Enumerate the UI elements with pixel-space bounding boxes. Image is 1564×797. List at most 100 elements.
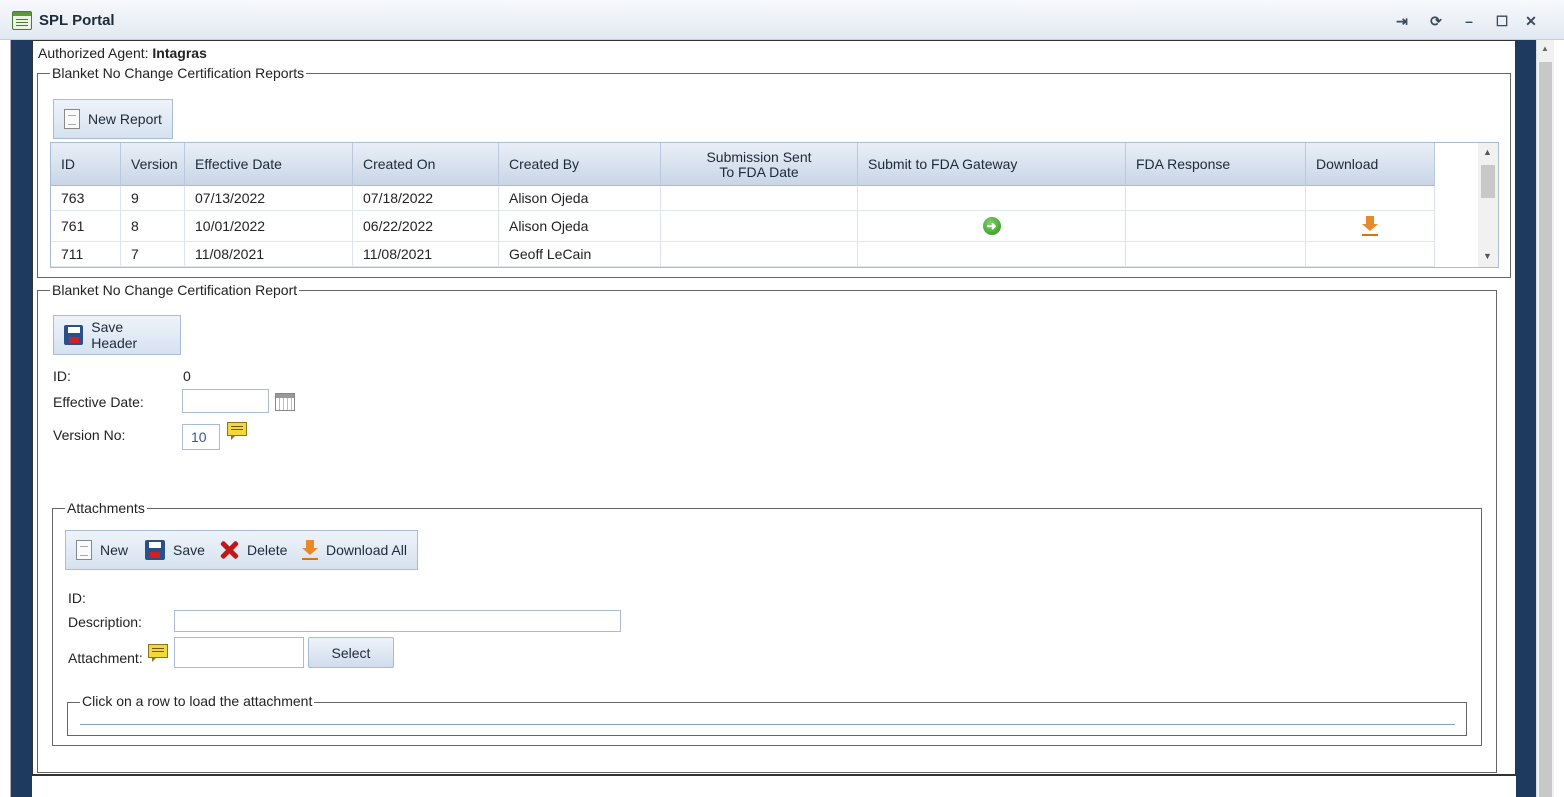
download-icon[interactable]	[1362, 216, 1378, 236]
attachments-toolbar: New Save Delete Download All	[65, 530, 418, 570]
grid-scrollbar[interactable]: ▲ ▼	[1478, 143, 1498, 267]
cell-response	[1126, 242, 1306, 266]
col-fda-response[interactable]: FDA Response	[1126, 143, 1306, 186]
bottom-strip	[32, 775, 1516, 797]
cell-response	[1126, 186, 1306, 210]
attachment-delete-button[interactable]: Delete	[219, 531, 287, 569]
grid-scroll-thumb[interactable]	[1481, 165, 1495, 198]
cell-submission	[661, 242, 858, 266]
reports-legend: Blanket No Change Certification Reports	[50, 65, 307, 81]
version-input[interactable]	[182, 424, 220, 450]
agent-label: Authorized Agent:	[38, 45, 149, 61]
save-icon	[145, 540, 165, 560]
cell-effective-date: 07/13/2022	[185, 186, 353, 210]
cell-effective-date: 10/01/2022	[185, 211, 353, 241]
minimize-icon[interactable]: –	[1460, 12, 1478, 30]
attachment-save-label: Save	[173, 542, 205, 558]
table-row[interactable]: 711 7 11/08/2021 11/08/2021 Geoff LeCain	[51, 242, 1435, 267]
new-document-icon	[64, 109, 80, 129]
page-scrollbar[interactable]: ▲	[1536, 40, 1554, 797]
effective-date-label: Effective Date:	[53, 394, 144, 410]
attachment-delete-label: Delete	[247, 542, 288, 558]
select-button[interactable]: Select	[308, 637, 394, 668]
cell-created-on: 07/18/2022	[353, 186, 499, 210]
cell-submission	[661, 186, 858, 210]
cell-submission	[661, 211, 858, 241]
col-created-on[interactable]: Created On	[353, 143, 499, 186]
description-input[interactable]	[174, 610, 621, 632]
attachments-legend: Attachments	[65, 500, 147, 516]
cell-version: 9	[121, 186, 185, 210]
table-row[interactable]: 763 9 07/13/2022 07/18/2022 Alison Ojeda	[51, 186, 1435, 211]
cell-download	[1306, 242, 1435, 266]
refresh-icon[interactable]: ⟳	[1427, 12, 1445, 30]
new-document-icon	[76, 540, 92, 560]
cell-response	[1126, 211, 1306, 241]
col-created-by[interactable]: Created By	[499, 143, 661, 186]
cell-effective-date: 11/08/2021	[185, 242, 353, 266]
frame-left	[10, 40, 32, 797]
save-header-label: Save Header	[91, 319, 138, 351]
download-all-button[interactable]: Download All	[302, 531, 407, 569]
cell-version: 7	[121, 242, 185, 266]
submit-go-icon[interactable]: ➜	[982, 217, 1001, 235]
attachment-save-button[interactable]: Save	[145, 531, 205, 569]
cell-created-by: Alison Ojeda	[499, 186, 661, 210]
cell-download	[1306, 211, 1435, 241]
attachment-new-label: New	[100, 542, 129, 558]
attachment-hint-legend: Click on a row to load the attachment	[80, 693, 315, 709]
id-value: 0	[183, 368, 191, 384]
col-submission-line2: To FDA Date	[719, 163, 799, 180]
cell-created-by: Alison Ojeda	[499, 211, 661, 241]
note-icon[interactable]	[227, 422, 247, 440]
col-version[interactable]: Version	[121, 143, 185, 186]
col-effective-date[interactable]: Effective Date	[185, 143, 353, 186]
cell-created-on: 11/08/2021	[353, 242, 499, 266]
pin-icon[interactable]: ⇥	[1393, 12, 1411, 30]
table-row[interactable]: 761 8 10/01/2022 06/22/2022 Alison Ojeda…	[51, 211, 1435, 242]
scroll-up-icon[interactable]: ▲	[1541, 44, 1549, 53]
attachment-hint-fieldset: Click on a row to load the attachment	[67, 693, 1467, 736]
report-form-legend: Blanket No Change Certification Report	[50, 282, 300, 298]
maximize-icon[interactable]: ☐	[1493, 12, 1511, 30]
calendar-icon[interactable]	[275, 393, 295, 411]
frame-right	[1516, 40, 1536, 797]
app-document-icon	[12, 11, 32, 30]
cell-id: 711	[51, 242, 121, 266]
grid-scroll-up-icon[interactable]: ▲	[1483, 147, 1492, 157]
reports-grid: ID Version Effective Date Created On Cre…	[50, 142, 1499, 268]
new-report-button[interactable]: New Report	[53, 99, 173, 139]
attachment-note-icon[interactable]	[148, 644, 168, 662]
cell-created-on: 06/22/2022	[353, 211, 499, 241]
attachment-input[interactable]	[174, 637, 304, 668]
attachment-new-button[interactable]: New	[76, 531, 128, 569]
attachment-id-label: ID:	[68, 590, 86, 606]
effective-date-input[interactable]	[182, 389, 269, 413]
col-submission-line1: Submission Sent	[706, 148, 812, 165]
id-label: ID:	[53, 368, 71, 384]
col-download[interactable]: Download	[1306, 143, 1435, 186]
cell-created-by: Geoff LeCain	[499, 242, 661, 266]
agent-name: Intagras	[152, 45, 207, 61]
description-label: Description:	[68, 614, 142, 630]
save-header-button[interactable]: Save Header	[53, 315, 181, 355]
col-submission-sent[interactable]: Submission Sent To FDA Date	[661, 143, 858, 186]
grid-scroll-down-icon[interactable]: ▼	[1483, 251, 1492, 261]
cell-download	[1306, 186, 1435, 210]
window-title: SPL Portal	[39, 12, 115, 29]
cell-id: 761	[51, 211, 121, 241]
col-submit-gateway[interactable]: Submit to FDA Gateway	[858, 143, 1126, 186]
cell-id: 763	[51, 186, 121, 210]
cell-version: 8	[121, 211, 185, 241]
col-id[interactable]: ID	[51, 143, 121, 186]
new-report-label: New Report	[88, 111, 162, 127]
cell-submit: ➜	[858, 211, 1126, 241]
download-icon	[302, 540, 318, 560]
page-scroll-thumb[interactable]	[1539, 62, 1552, 797]
cell-submit	[858, 242, 1126, 266]
attachment-label: Attachment:	[68, 650, 143, 666]
delete-icon	[219, 540, 239, 560]
save-icon	[64, 325, 84, 345]
close-icon[interactable]: ✕	[1522, 12, 1540, 30]
attachment-list-divider	[80, 724, 1455, 725]
